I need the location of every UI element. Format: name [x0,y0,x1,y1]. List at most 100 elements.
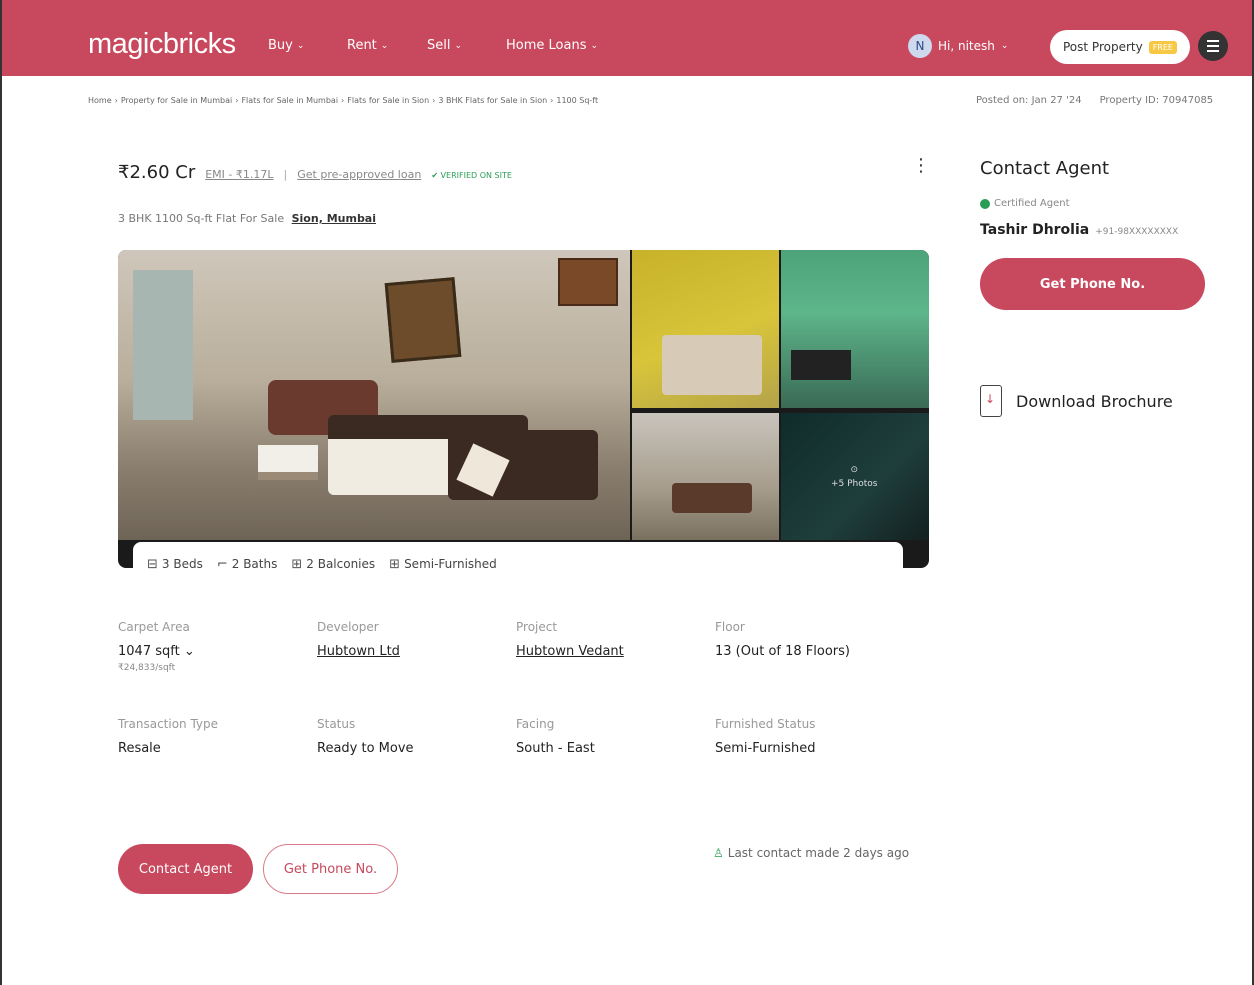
breadcrumb-separator: › [432,96,436,105]
wall-painting [384,277,462,363]
chevron-down-icon: ⌄ [590,40,599,51]
more-photos-count: +5 Photos [831,479,878,489]
detail-label: Project [516,620,558,634]
detail-transaction-type: Transaction Type Resale [118,717,317,756]
project-link[interactable]: Hubtown Vedant [516,644,715,659]
furniture-icon: ⊞ [389,556,401,572]
coffee-table [258,445,318,480]
chevron-down-icon: ⌄ [454,40,463,51]
bedroom-photo[interactable] [632,250,779,408]
feature-label: 2 Balconies [306,557,376,571]
certified-label: Certified Agent [994,198,1070,209]
breadcrumb-item[interactable]: Home [88,96,112,105]
detail-project: Project Hubtown Vedant [516,620,715,673]
breadcrumb-item[interactable]: Property for Sale in Mumbai [121,96,232,105]
detail-value: Semi-Furnished [715,741,816,756]
detail-developer: Developer Hubtown Ltd [317,620,516,673]
download-brochure-label: Download Brochure [1016,391,1173,411]
balcony-icon: ⊞ [291,556,303,572]
emi-link[interactable]: EMI - ₹1.17L [205,168,273,181]
hamburger-line [1207,40,1219,42]
counter [791,350,851,380]
breadcrumb: Home › Property for Sale in Mumbai › Fla… [88,96,598,105]
nav-sell[interactable]: Sell ⌄ [427,38,462,53]
detail-floor: Floor 13 (Out of 18 Floors) [715,620,914,673]
detail-furnished-status: Furnished Status Semi-Furnished [715,717,914,756]
contact-agent-button[interactable]: Contact Agent [118,844,253,894]
detail-value[interactable]: 1047 sqft ⌄ [118,644,317,659]
feature-balconies: ⊞ 2 Balconies [291,557,375,572]
top-navbar: magicbricks Buy ⌄ Rent ⌄ Sell ⌄ Home Loa… [0,0,1254,76]
check-icon [980,198,990,209]
preapproved-loan-link[interactable]: Get pre-approved loan [297,168,421,181]
property-id: Property ID: 70947085 [1099,95,1214,106]
nav-rent[interactable]: Rent ⌄ [347,38,388,53]
breadcrumb-item[interactable]: 3 BHK Flats for Sale in Sion [438,96,547,105]
nav-home-loans[interactable]: Home Loans ⌄ [506,38,598,53]
detail-status: Status Ready to Move [317,717,516,756]
nav-buy[interactable]: Buy ⌄ [268,38,304,53]
developer-link[interactable]: Hubtown Ltd [317,644,516,659]
bath-icon: ⌐ [216,556,228,572]
detail-facing: Facing South - East [516,717,715,756]
last-contact-note: ♙ Last contact made 2 days ago [713,846,909,860]
more-options-icon[interactable]: ⋮ [912,157,930,175]
download-brochure-link[interactable]: Download Brochure [980,385,1173,417]
chevron-down-icon: ⌄ [1000,41,1009,51]
post-property-label: Post Property [1063,40,1143,54]
post-property-button[interactable]: Post Property FREE [1050,30,1190,64]
living-room-photo[interactable] [632,413,779,540]
bed-icon: ⊟ [147,556,158,572]
price: ₹2.60 Cr [118,162,196,183]
user-greeting: Hi, nitesh [938,39,995,53]
price-row: ₹2.60 Cr EMI - ₹1.17L | Get pre-approved… [118,162,512,183]
feature-label: 2 Baths [231,557,278,571]
details-row: Carpet Area 1047 sqft ⌄ ₹24,833/sqft Dev… [118,620,914,673]
breadcrumb-item[interactable]: Flats for Sale in Mumbai [241,96,338,105]
breadcrumb-separator: › [550,96,554,105]
nav-sell-label: Sell [427,38,451,53]
kitchen-photo[interactable] [781,250,929,408]
feature-label: 3 Beds [161,557,203,571]
more-photos-tile[interactable]: ⊙ +5 Photos [781,413,929,540]
feature-beds: ⊟ 3 Beds [147,557,203,572]
listing-subtitle: 3 BHK 1100 Sq-ft Flat For Sale Sion, Mum… [118,212,376,225]
sofa [672,483,752,513]
breadcrumb-separator: › [235,96,239,105]
location-link[interactable]: Sion, Mumbai [292,212,376,225]
detail-value: Resale [118,741,161,756]
detail-label: Transaction Type [118,717,219,731]
detail-carpet-area: Carpet Area 1047 sqft ⌄ ₹24,833/sqft [118,620,317,673]
more-photos-label: ⊙ +5 Photos [831,465,878,489]
breadcrumb-item[interactable]: Flats for Sale in Sion [347,96,429,105]
breadcrumb-separator: › [341,96,345,105]
frame-border-left [0,0,2,985]
get-phone-button[interactable]: Get Phone No. [263,844,398,894]
chevron-down-icon: ⌄ [296,40,305,51]
detail-value: Ready to Move [317,741,414,756]
photo-gallery: ⊙ +5 Photos [118,250,929,568]
nav-rent-label: Rent [347,38,377,53]
agent-info: Tashir Dhrolia +91-98XXXXXXXX [980,222,1178,238]
verified-badge: ✔ VERIFIED ON SITE [431,171,512,180]
separator: | [283,168,288,181]
agent-name: Tashir Dhrolia [980,222,1090,238]
magicbricks-logo[interactable]: magicbricks [88,28,236,61]
main-photo[interactable] [118,250,630,540]
detail-label: Floor [715,620,745,634]
chevron-down-icon: ⌄ [380,40,389,51]
contact-agent-title: Contact Agent [980,158,1110,179]
agent-get-phone-button[interactable]: Get Phone No. [980,258,1205,310]
listing-title: 3 BHK 1100 Sq-ft Flat For Sale [118,212,285,225]
detail-label: Developer [317,620,379,634]
detail-subvalue: ₹24,833/sqft [118,663,176,673]
detail-label: Status [317,717,356,731]
detail-value: 13 (Out of 18 Floors) [715,644,850,659]
hamburger-line [1207,50,1219,52]
avatar: N [908,34,932,58]
user-menu[interactable]: N Hi, nitesh ⌄ [908,34,1008,58]
bed [662,335,762,395]
feature-furnishing: ⊞ Semi-Furnished [389,557,497,572]
hamburger-menu-icon[interactable] [1198,31,1228,61]
person-icon: ♙ [713,846,724,860]
